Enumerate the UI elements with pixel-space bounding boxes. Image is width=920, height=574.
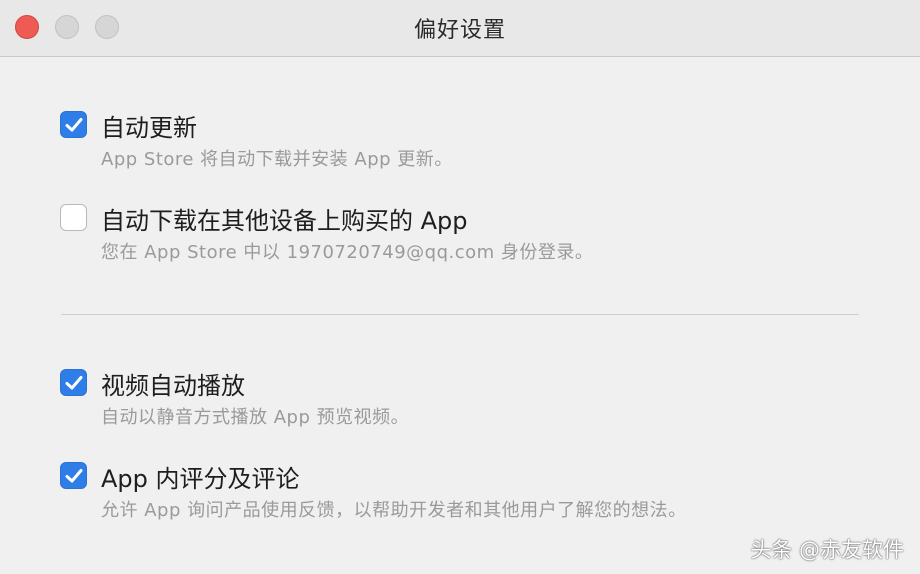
video-autoplay-label: 视频自动播放 bbox=[101, 372, 245, 400]
auto-download-description: 您在 App Store 中以 1970720749@qq.com 身份登录。 bbox=[101, 242, 594, 263]
watermark: 头条 @赤友软件 bbox=[750, 538, 904, 562]
preferences-window: 偏好设置 自动更新 App Store 将自动下载并安装 App 更新。 自动下… bbox=[0, 0, 920, 574]
video-autoplay-description: 自动以静音方式播放 App 预览视频。 bbox=[101, 407, 410, 428]
title-bar: 偏好设置 bbox=[0, 0, 920, 57]
auto-update-label: 自动更新 bbox=[101, 114, 197, 142]
auto-download-checkbox[interactable] bbox=[60, 204, 87, 231]
in-app-ratings-label: App 内评分及评论 bbox=[101, 465, 300, 493]
checkmark-icon bbox=[65, 376, 83, 390]
section-divider bbox=[61, 314, 859, 315]
auto-update-checkbox[interactable] bbox=[60, 111, 87, 138]
in-app-ratings-description: 允许 App 询问产品使用反馈，以帮助开发者和其他用户了解您的想法。 bbox=[101, 500, 687, 521]
preferences-content: 自动更新 App Store 将自动下载并安装 App 更新。 自动下载在其他设… bbox=[0, 57, 920, 574]
auto-update-description: App Store 将自动下载并安装 App 更新。 bbox=[101, 149, 453, 170]
auto-download-label: 自动下载在其他设备上购买的 App bbox=[101, 207, 468, 235]
checkmark-icon bbox=[65, 118, 83, 132]
checkmark-icon bbox=[65, 469, 83, 483]
video-autoplay-checkbox[interactable] bbox=[60, 369, 87, 396]
window-title: 偏好设置 bbox=[413, 18, 506, 43]
in-app-ratings-checkbox[interactable] bbox=[60, 462, 87, 489]
